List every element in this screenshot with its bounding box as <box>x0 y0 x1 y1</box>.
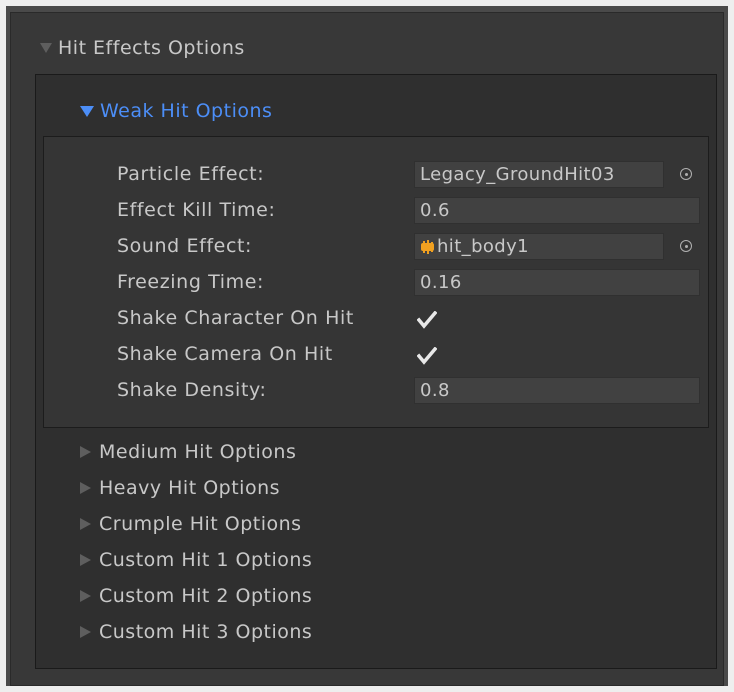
sound-effect-label: Sound Effect: <box>117 235 253 257</box>
foldout-collapsed-icon <box>80 518 91 530</box>
hit-effects-foldout-label: Hit Effects Options <box>58 37 245 59</box>
custom-hit-2-foldout-label: Custom Hit 2 Options <box>99 585 313 607</box>
shake-character-checkbox[interactable] <box>414 308 440 332</box>
effect-kill-time-value: 0.6 <box>420 200 450 221</box>
custom-hit-2-foldout[interactable]: Custom Hit 2 Options <box>80 585 312 607</box>
shake-camera-checkbox[interactable] <box>414 344 440 368</box>
shake-density-label: Shake Density: <box>117 379 267 401</box>
shake-camera-label: Shake Camera On Hit <box>117 343 333 365</box>
weak-hit-foldout[interactable]: Weak Hit Options <box>80 100 272 122</box>
heavy-hit-foldout[interactable]: Heavy Hit Options <box>80 477 280 499</box>
object-picker-icon[interactable] <box>680 168 692 180</box>
medium-hit-foldout-label: Medium Hit Options <box>99 441 297 463</box>
audio-clip-icon <box>421 239 434 254</box>
foldout-expanded-icon <box>80 105 94 117</box>
checkmark-icon <box>417 347 437 365</box>
checkmark-icon <box>417 311 437 329</box>
heavy-hit-foldout-label: Heavy Hit Options <box>99 477 281 499</box>
freezing-time-value: 0.16 <box>420 272 462 293</box>
foldout-collapsed-icon <box>80 554 91 566</box>
custom-hit-1-foldout-label: Custom Hit 1 Options <box>99 549 313 571</box>
foldout-collapsed-icon <box>80 626 91 638</box>
object-picker-icon[interactable] <box>680 240 692 252</box>
freezing-time-label: Freezing Time: <box>117 271 265 293</box>
crumple-hit-foldout[interactable]: Crumple Hit Options <box>80 513 302 535</box>
foldout-collapsed-icon <box>80 590 91 602</box>
particle-effect-value: Legacy_GroundHit03 <box>420 164 615 185</box>
crumple-hit-foldout-label: Crumple Hit Options <box>99 513 302 535</box>
custom-hit-3-foldout[interactable]: Custom Hit 3 Options <box>80 621 312 643</box>
weak-hit-foldout-label: Weak Hit Options <box>100 100 273 122</box>
particle-effect-field[interactable]: Legacy_GroundHit03 <box>414 161 664 188</box>
foldout-expanded-icon <box>40 43 52 53</box>
effect-kill-time-field[interactable]: 0.6 <box>414 197 700 224</box>
custom-hit-1-foldout[interactable]: Custom Hit 1 Options <box>80 549 312 571</box>
shake-density-value: 0.8 <box>420 380 450 401</box>
particle-effect-label: Particle Effect: <box>117 163 265 185</box>
shake-character-label: Shake Character On Hit <box>117 307 354 329</box>
medium-hit-foldout[interactable]: Medium Hit Options <box>80 441 296 463</box>
sound-effect-field[interactable]: hit_body1 <box>414 233 664 260</box>
custom-hit-3-foldout-label: Custom Hit 3 Options <box>99 621 313 643</box>
foldout-collapsed-icon <box>80 482 91 494</box>
shake-density-field[interactable]: 0.8 <box>414 377 700 404</box>
sound-effect-value: hit_body1 <box>437 236 530 257</box>
effect-kill-time-label: Effect Kill Time: <box>117 199 276 221</box>
hit-effects-foldout[interactable]: Hit Effects Options <box>40 37 245 59</box>
foldout-collapsed-icon <box>80 446 91 458</box>
freezing-time-field[interactable]: 0.16 <box>414 269 700 296</box>
